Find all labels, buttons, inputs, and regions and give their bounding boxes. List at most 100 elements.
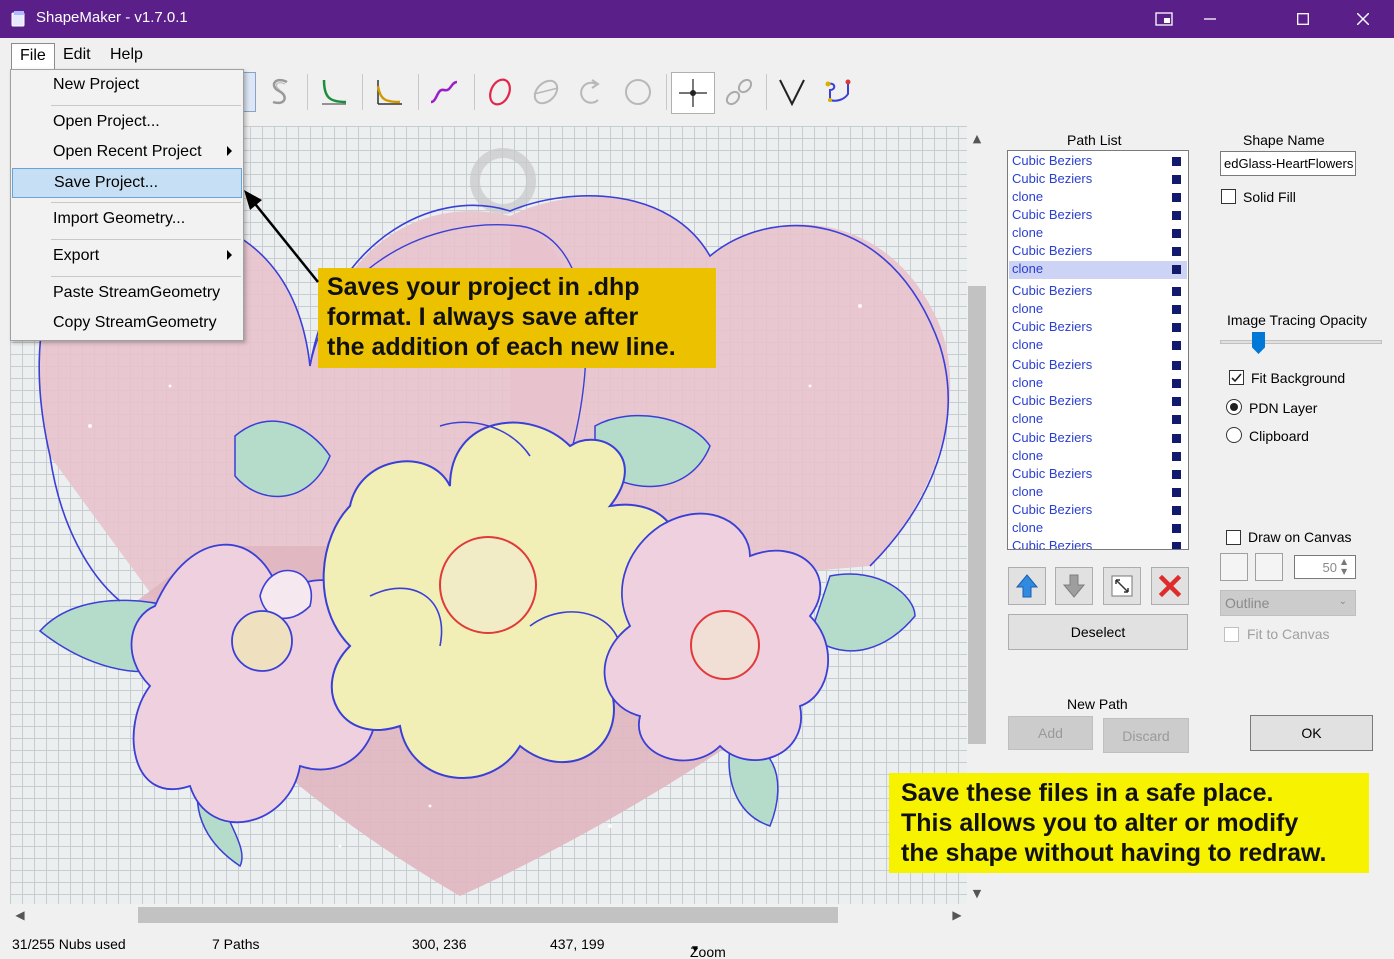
draw-mode-select[interactable]: Outline ⌄ (1220, 590, 1356, 616)
solid-fill-label: Solid Fill (1243, 189, 1296, 205)
edit-path-button[interactable] (1103, 567, 1141, 605)
tool-ellipse-segment[interactable] (526, 72, 566, 112)
move-up-button[interactable] (1008, 567, 1046, 605)
circle-icon (625, 79, 651, 105)
tool-ellipse[interactable] (480, 72, 520, 112)
list-item[interactable]: Cubic Beziers (1009, 466, 1187, 484)
list-item[interactable]: clone (1009, 520, 1187, 538)
path-list[interactable]: Cubic Beziers Cubic Beziers clone Cubic Bez… (1007, 150, 1189, 550)
tool-close-path[interactable] (818, 72, 858, 112)
menu-item-new-project[interactable]: New Project (12, 71, 242, 101)
scroll-right-arrow[interactable]: ▶ (947, 904, 967, 926)
list-item[interactable]: clone (1009, 375, 1187, 393)
fit-to-canvas-checkbox[interactable] (1224, 627, 1239, 642)
menu-bar: File Edit Help (0, 38, 1394, 70)
tool-quadratic-bezier[interactable] (368, 72, 408, 112)
path-color-icon (1172, 470, 1181, 479)
menu-item-import-geometry[interactable]: Import Geometry... (12, 205, 242, 235)
status-coord-1: 300, 236 (412, 936, 467, 952)
tool-smooth-curve[interactable] (260, 72, 300, 112)
status-bar: 31/255 Nubs used 7 Paths 300, 236 437, 1… (0, 928, 1394, 959)
move-down-button[interactable] (1055, 567, 1093, 605)
draw-on-canvas-checkbox[interactable] (1226, 530, 1241, 545)
tracing-opacity-track[interactable] (1220, 340, 1382, 344)
pdn-layer-radio[interactable] (1226, 399, 1242, 415)
submenu-arrow-icon (227, 146, 232, 156)
menu-item-copy-streamgeometry[interactable]: Copy StreamGeometry (12, 309, 242, 339)
list-item[interactable]: Cubic Beziers (1009, 430, 1187, 448)
path-list-item-label: Cubic Beziers (1012, 502, 1093, 517)
menu-item-open-recent[interactable]: Open Recent Project (12, 138, 242, 168)
tool-mirror[interactable] (772, 72, 812, 112)
shape-name-input[interactable]: edGlass-HeartFlowers (1220, 151, 1356, 176)
title-bar: ShapeMaker - v1.7.0.1 (0, 0, 1394, 38)
list-item[interactable]: Cubic Beziers (1009, 393, 1187, 411)
deselect-button[interactable]: Deselect (1008, 614, 1188, 650)
path-list-item-label: clone (1012, 520, 1044, 535)
discard-path-button[interactable]: Discard (1103, 718, 1189, 753)
list-item[interactable]: Cubic Beziers (1009, 357, 1187, 375)
menu-help[interactable]: Help (102, 43, 151, 69)
list-item[interactable]: Cubic Beziers (1009, 207, 1187, 225)
list-item[interactable]: clone (1009, 484, 1187, 502)
list-item[interactable]: clone (1009, 189, 1187, 207)
add-path-button[interactable]: Add (1008, 716, 1093, 750)
list-item[interactable]: Cubic Beziers (1009, 243, 1187, 261)
list-item[interactable]: Cubic Beziers (1009, 538, 1187, 549)
ok-button[interactable]: OK (1250, 715, 1373, 751)
menu-file[interactable]: File (11, 43, 55, 69)
list-item[interactable]: Cubic Beziers (1009, 502, 1187, 520)
snap-button[interactable] (1141, 0, 1187, 38)
red-ellipse-icon (489, 78, 511, 106)
scroll-down-arrow[interactable]: ▼ (967, 883, 987, 903)
solid-fill-checkbox[interactable] (1221, 189, 1236, 204)
horizontal-scrollbar[interactable]: ◀ ▶ (10, 904, 967, 926)
stroke-color-swatch[interactable] (1220, 553, 1248, 581)
scroll-up-arrow[interactable]: ▲ (967, 128, 987, 148)
list-item[interactable]: clone (1009, 301, 1187, 319)
tool-cubic-bezier[interactable] (424, 72, 464, 112)
close-button[interactable] (1340, 0, 1386, 38)
vertical-scroll-thumb[interactable] (968, 286, 986, 744)
chevron-down-icon: ⌄ (1338, 596, 1347, 607)
arrow-up-icon (1015, 574, 1039, 598)
list-item[interactable]: clone (1009, 337, 1187, 355)
path-list-label: Path List (1067, 132, 1122, 148)
tracing-opacity-thumb[interactable] (1252, 332, 1265, 354)
path-color-icon (1172, 506, 1181, 515)
list-item[interactable]: Cubic Beziers (1009, 153, 1187, 171)
menu-item-save-project[interactable]: Save Project... (12, 168, 242, 198)
fill-color-swatch[interactable] (1255, 553, 1283, 581)
fit-to-canvas-label: Fit to Canvas (1247, 626, 1330, 642)
list-item[interactable]: clone (1009, 225, 1187, 243)
delete-path-button[interactable] (1151, 567, 1189, 605)
menu-item-open-project[interactable]: Open Project... (12, 108, 242, 138)
list-item[interactable]: clone (1009, 411, 1187, 429)
horizontal-scroll-thumb[interactable] (138, 907, 838, 923)
stepper-arrows-icon[interactable]: ▲ ▼ (1341, 557, 1347, 577)
menu-item-export[interactable]: Export (12, 242, 242, 272)
scroll-left-arrow[interactable]: ◀ (10, 904, 30, 926)
path-list-item-label: Cubic Beziers (1012, 393, 1093, 408)
tool-ellipse-arc[interactable] (314, 72, 354, 112)
clipboard-radio[interactable] (1226, 427, 1242, 443)
fit-background-checkbox[interactable] (1229, 370, 1244, 385)
list-item[interactable]: clone (1009, 448, 1187, 466)
path-list-item-label: clone (1012, 189, 1044, 204)
path-list-item-label: clone (1012, 301, 1044, 316)
menu-edit[interactable]: Edit (55, 43, 99, 69)
list-item[interactable]: Cubic Beziers (1009, 319, 1187, 337)
list-item[interactable]: clone (1009, 261, 1187, 279)
tool-circle[interactable] (618, 72, 658, 112)
tool-snap-point[interactable] (671, 72, 715, 114)
maximize-button[interactable] (1280, 0, 1326, 38)
menu-item-paste-streamgeometry[interactable]: Paste StreamGeometry (12, 279, 242, 309)
tool-link-nubs[interactable] (719, 72, 759, 112)
list-item[interactable]: Cubic Beziers (1009, 171, 1187, 189)
minimize-button[interactable] (1187, 0, 1233, 38)
link-icon (725, 78, 753, 106)
list-item[interactable]: Cubic Beziers (1009, 283, 1187, 301)
path-color-icon (1172, 211, 1181, 220)
callout-line: the addition of each new line. (327, 333, 676, 361)
tool-arc[interactable] (570, 72, 610, 112)
